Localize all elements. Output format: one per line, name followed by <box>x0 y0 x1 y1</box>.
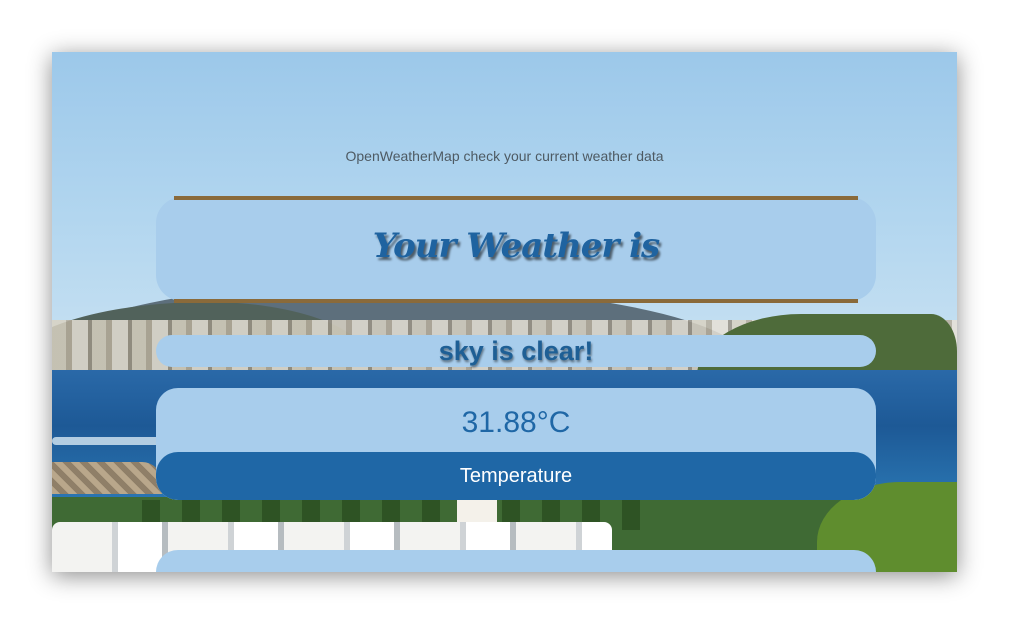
title-divider-bottom <box>174 299 858 303</box>
next-weather-card <box>156 550 876 572</box>
page-title: Your Weather is <box>372 226 660 266</box>
temperature-label: Temperature <box>156 452 876 500</box>
page-subtitle: OpenWeatherMap check your current weathe… <box>345 148 664 164</box>
title-divider-top <box>174 196 858 200</box>
weather-description: sky is clear! <box>438 336 594 366</box>
temperature-value: 31.88°C <box>461 406 571 439</box>
temperature-card: 31.88°C Temperature <box>156 388 876 500</box>
background-breakwater <box>52 462 162 494</box>
app-window: OpenWeatherMap check your current weathe… <box>52 52 957 572</box>
